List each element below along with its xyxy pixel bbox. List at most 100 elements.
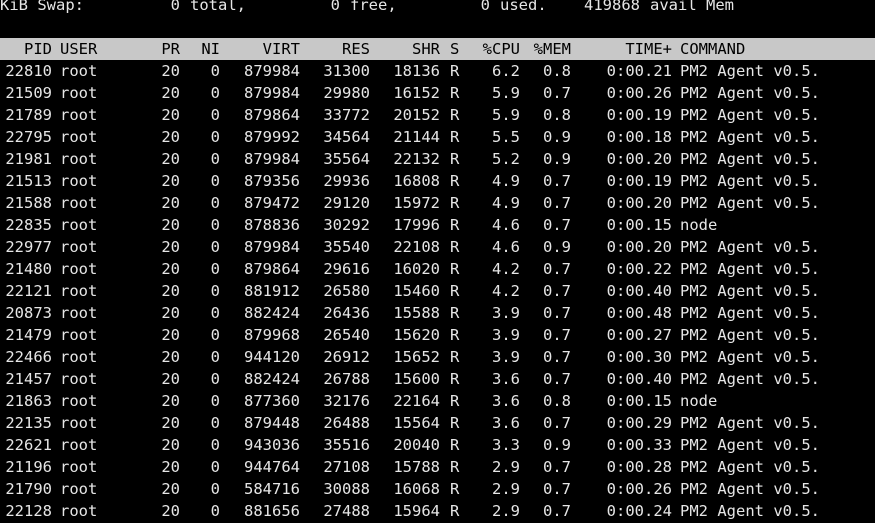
process-state: R — [450, 436, 460, 454]
process-row[interactable]: 21588 root 20 0 879472 29120 15972 R 4.9 0.7 0:00.… — [0, 192, 875, 214]
process-row[interactable]: 20873 root 20 0 882424 26436 15588 R 3.9 0.7 0:00.… — [0, 302, 875, 324]
process-command: PM2 Agent v0.5. — [680, 260, 820, 278]
process-virt: 879984 — [244, 62, 300, 80]
process-time: 0:00.20 — [606, 238, 672, 256]
process-pid: 22835 — [5, 216, 52, 234]
process-nice: 0 — [210, 392, 220, 410]
process-row[interactable]: 22621 root 20 0 943036 35516 20040 R 3.3 0.9 0:00.… — [0, 434, 875, 456]
process-nice: 0 — [210, 502, 220, 520]
process-state: R — [450, 238, 460, 256]
process-nice: 0 — [210, 458, 220, 476]
process-row[interactable]: 21863 root 20 0 877360 32176 22164 R 3.6 0.8 0:00.… — [0, 390, 875, 412]
process-mem: 0.7 — [543, 502, 571, 520]
process-row[interactable]: 22128 root 20 0 881656 27488 15964 R 2.9 0.7 0:00.… — [0, 500, 875, 522]
process-shr: 15964 — [393, 502, 440, 520]
process-res: 27488 — [323, 502, 370, 520]
process-row[interactable]: 22835 root 20 0 878836 30292 17996 R 4.6 0.7 0:00.… — [0, 214, 875, 236]
process-time: 0:00.26 — [606, 84, 672, 102]
process-cpu: 3.9 — [492, 304, 520, 322]
process-command: PM2 Agent v0.5. — [680, 282, 820, 300]
process-shr: 22164 — [393, 392, 440, 410]
process-user: root — [60, 348, 98, 366]
process-res: 29616 — [323, 260, 370, 278]
process-time: 0:00.40 — [606, 282, 672, 300]
header-shr: SHR — [412, 40, 440, 58]
process-virt: 879472 — [244, 194, 300, 212]
process-mem: 0.8 — [543, 106, 571, 124]
process-pid: 22810 — [5, 62, 52, 80]
process-shr: 16152 — [393, 84, 440, 102]
process-cpu: 2.9 — [492, 458, 520, 476]
process-row[interactable]: 21196 root 20 0 944764 27108 15788 R 2.9 0.7 0:00.… — [0, 456, 875, 478]
process-row[interactable]: 21789 root 20 0 879864 33772 20152 R 5.9 0.8 0:00.… — [0, 104, 875, 126]
process-priority: 20 — [161, 304, 180, 322]
process-user: root — [60, 304, 98, 322]
process-state: R — [450, 414, 460, 432]
terminal-window[interactable]: KiB Swap: 0 total, 0 free, 0 used. 41986… — [0, 0, 875, 522]
process-priority: 20 — [161, 216, 180, 234]
process-virt: 882424 — [244, 370, 300, 388]
process-command: PM2 Agent v0.5. — [680, 480, 820, 498]
process-row[interactable]: 21479 root 20 0 879968 26540 15620 R 3.9 0.7 0:00.… — [0, 324, 875, 346]
header-state: S — [450, 40, 460, 58]
process-nice: 0 — [210, 282, 220, 300]
process-state: R — [450, 106, 460, 124]
process-pid: 21790 — [5, 480, 52, 498]
process-cpu: 5.9 — [492, 84, 520, 102]
process-virt: 878836 — [244, 216, 300, 234]
process-row[interactable]: 22977 root 20 0 879984 35540 22108 R 4.6 0.9 0:00.… — [0, 236, 875, 258]
process-row[interactable]: 22466 root 20 0 944120 26912 15652 R 3.9 0.7 0:00.… — [0, 346, 875, 368]
process-res: 26436 — [323, 304, 370, 322]
process-row[interactable]: 21513 root 20 0 879356 29936 16808 R 4.9 0.7 0:00.… — [0, 170, 875, 192]
process-cpu: 5.5 — [492, 128, 520, 146]
process-state: R — [450, 128, 460, 146]
process-shr: 15564 — [393, 414, 440, 432]
process-virt: 879984 — [244, 84, 300, 102]
process-command: PM2 Agent v0.5. — [680, 304, 820, 322]
process-virt: 879984 — [244, 238, 300, 256]
process-res: 35564 — [323, 150, 370, 168]
process-cpu: 4.9 — [492, 194, 520, 212]
process-state: R — [450, 282, 460, 300]
process-res: 35516 — [323, 436, 370, 454]
process-user: root — [60, 282, 98, 300]
process-state: R — [450, 326, 460, 344]
process-row[interactable]: 21509 root 20 0 879984 29980 16152 R 5.9 0.7 0:00.… — [0, 82, 875, 104]
process-user: root — [60, 392, 98, 410]
process-command: node — [680, 216, 718, 234]
process-row[interactable]: 22121 root 20 0 881912 26580 15460 R 4.2 0.7 0:00.… — [0, 280, 875, 302]
process-row[interactable]: 22135 root 20 0 879448 26488 15564 R 3.6 0.7 0:00.… — [0, 412, 875, 434]
swap-avail-label: avail Mem — [650, 0, 734, 14]
header-user: USER — [60, 40, 98, 58]
process-row[interactable]: 22795 root 20 0 879992 34564 21144 R 5.5 0.9 0:00.… — [0, 126, 875, 148]
process-row[interactable]: 21981 root 20 0 879984 35564 22132 R 5.2 0.9 0:00.… — [0, 148, 875, 170]
process-row[interactable]: 22810 root 20 0 879984 31300 18136 R 6.2 0.8 0:00.… — [0, 60, 875, 82]
process-mem: 0.9 — [543, 436, 571, 454]
process-user: root — [60, 238, 98, 256]
header-cpu: %CPU — [482, 40, 520, 58]
process-state: R — [450, 370, 460, 388]
process-shr: 15972 — [393, 194, 440, 212]
process-time: 0:00.30 — [606, 348, 672, 366]
process-time: 0:00.24 — [606, 502, 672, 520]
swap-label: KiB Swap: — [0, 0, 84, 14]
swap-used-value: 0 — [480, 0, 490, 14]
process-pid: 21588 — [5, 194, 52, 212]
process-command: PM2 Agent v0.5. — [680, 348, 820, 366]
process-row[interactable]: 21480 root 20 0 879864 29616 16020 R 4.2 0.7 0:00.… — [0, 258, 875, 280]
process-res: 29120 — [323, 194, 370, 212]
process-row[interactable]: 21790 root 20 0 584716 30088 16068 R 2.9 0.7 0:00.… — [0, 478, 875, 500]
process-virt: 877360 — [244, 392, 300, 410]
process-mem: 0.7 — [543, 370, 571, 388]
process-res: 35540 — [323, 238, 370, 256]
process-time: 0:00.21 — [606, 62, 672, 80]
process-priority: 20 — [161, 348, 180, 366]
process-nice: 0 — [210, 194, 220, 212]
process-command: PM2 Agent v0.5. — [680, 326, 820, 344]
process-row[interactable]: 21457 root 20 0 882424 26788 15600 R 3.6 0.7 0:00.… — [0, 368, 875, 390]
process-pid: 21457 — [5, 370, 52, 388]
process-shr: 17996 — [393, 216, 440, 234]
process-priority: 20 — [161, 414, 180, 432]
process-shr: 16068 — [393, 480, 440, 498]
process-pid: 22135 — [5, 414, 52, 432]
